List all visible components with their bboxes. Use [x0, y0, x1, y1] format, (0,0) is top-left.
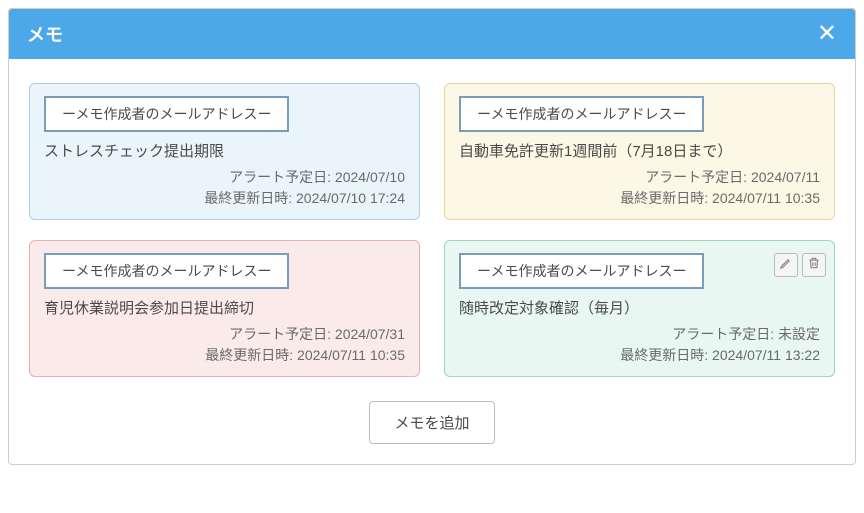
memo-author: ーメモ作成者のメールアドレスー — [44, 253, 289, 289]
memo-meta: アラート予定日: 未設定 最終更新日時: 2024/07/11 13:22 — [459, 324, 820, 366]
edit-button[interactable] — [774, 253, 798, 277]
memo-title: 自動車免許更新1週間前（7月18日まで） — [459, 140, 820, 161]
add-row: メモを追加 — [29, 401, 835, 444]
updated-line: 最終更新日時: 2024/07/11 13:22 — [459, 345, 820, 366]
updated-line: 最終更新日時: 2024/07/10 17:24 — [44, 188, 405, 209]
alert-date-line: アラート予定日: 未設定 — [459, 324, 820, 345]
alert-date-line: アラート予定日: 2024/07/10 — [44, 167, 405, 188]
memo-card[interactable]: ーメモ作成者のメールアドレスー ストレスチェック提出期限 アラート予定日: 20… — [29, 83, 420, 220]
pencil-icon — [779, 256, 793, 275]
delete-button[interactable] — [802, 253, 826, 277]
memo-card[interactable]: ーメモ作成者のメールアドレスー 随時改定対象確認（毎月） アラート予定日: 未設… — [444, 240, 835, 377]
dialog-content: ーメモ作成者のメールアドレスー ストレスチェック提出期限 アラート予定日: 20… — [9, 59, 855, 464]
memo-meta: アラート予定日: 2024/07/10 最終更新日時: 2024/07/10 1… — [44, 167, 405, 209]
trash-icon — [807, 256, 821, 275]
updated-line: 最終更新日時: 2024/07/11 10:35 — [459, 188, 820, 209]
memo-author: ーメモ作成者のメールアドレスー — [44, 96, 289, 132]
dialog-title: メモ — [27, 21, 63, 47]
memo-author: ーメモ作成者のメールアドレスー — [459, 253, 704, 289]
memo-card[interactable]: ーメモ作成者のメールアドレスー 自動車免許更新1週間前（7月18日まで） アラー… — [444, 83, 835, 220]
memo-card[interactable]: ーメモ作成者のメールアドレスー 育児休業説明会参加日提出締切 アラート予定日: … — [29, 240, 420, 377]
memo-meta: アラート予定日: 2024/07/31 最終更新日時: 2024/07/11 1… — [44, 324, 405, 366]
memo-title: 随時改定対象確認（毎月） — [459, 297, 820, 318]
dialog-header: メモ ✕ — [9, 9, 855, 59]
memo-cards: ーメモ作成者のメールアドレスー ストレスチェック提出期限 アラート予定日: 20… — [29, 83, 835, 377]
memo-title: ストレスチェック提出期限 — [44, 140, 405, 161]
alert-date-line: アラート予定日: 2024/07/31 — [44, 324, 405, 345]
memo-meta: アラート予定日: 2024/07/11 最終更新日時: 2024/07/11 1… — [459, 167, 820, 209]
memo-dialog: メモ ✕ ーメモ作成者のメールアドレスー ストレスチェック提出期限 アラート予定… — [8, 8, 856, 465]
alert-date-line: アラート予定日: 2024/07/11 — [459, 167, 820, 188]
memo-title: 育児休業説明会参加日提出締切 — [44, 297, 405, 318]
memo-actions — [774, 253, 826, 277]
updated-line: 最終更新日時: 2024/07/11 10:35 — [44, 345, 405, 366]
memo-author: ーメモ作成者のメールアドレスー — [459, 96, 704, 132]
add-memo-button[interactable]: メモを追加 — [369, 401, 494, 444]
close-icon[interactable]: ✕ — [817, 22, 837, 46]
